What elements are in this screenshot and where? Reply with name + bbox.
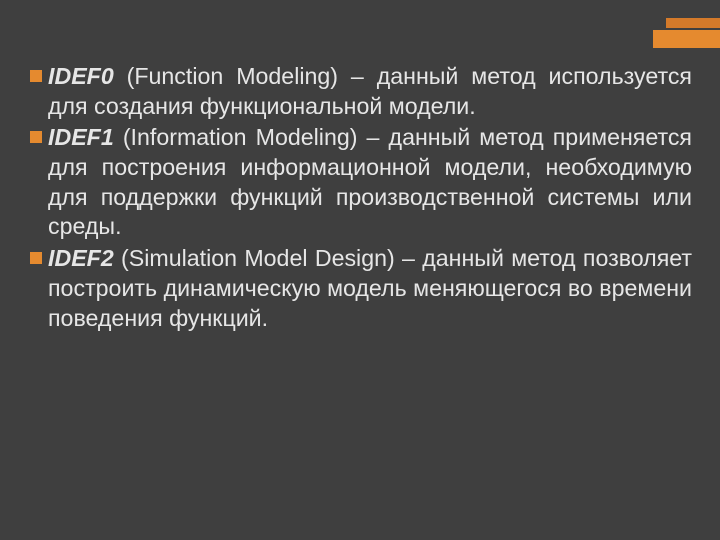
square-bullet-icon bbox=[30, 131, 42, 143]
square-bullet-icon bbox=[30, 70, 42, 82]
list-item: IDEF2 (Simulation Model Design) – данный… bbox=[30, 244, 692, 333]
list-item: IDEF1 (Information Modeling) – данный ме… bbox=[30, 123, 692, 242]
corner-accent bbox=[653, 18, 720, 48]
bullet-text: IDEF1 (Information Modeling) – данный ме… bbox=[48, 123, 692, 242]
list-item: IDEF0 (Function Modeling) – данный метод… bbox=[30, 62, 692, 121]
content-area: IDEF0 (Function Modeling) – данный метод… bbox=[30, 62, 692, 335]
square-bullet-icon bbox=[30, 252, 42, 264]
accent-bar-bottom bbox=[653, 30, 720, 48]
bullet-text: IDEF2 (Simulation Model Design) – данный… bbox=[48, 244, 692, 333]
description: (Information Modeling) – данный метод пр… bbox=[48, 124, 692, 239]
term: IDEF2 bbox=[48, 245, 114, 271]
slide: IDEF0 (Function Modeling) – данный метод… bbox=[0, 0, 720, 540]
accent-bar-top bbox=[666, 18, 720, 28]
term: IDEF0 bbox=[48, 63, 114, 89]
description: (Function Modeling) – данный метод испол… bbox=[48, 63, 692, 119]
description: (Simulation Model Design) – данный метод… bbox=[48, 245, 692, 330]
term: IDEF1 bbox=[48, 124, 114, 150]
bullet-text: IDEF0 (Function Modeling) – данный метод… bbox=[48, 62, 692, 121]
